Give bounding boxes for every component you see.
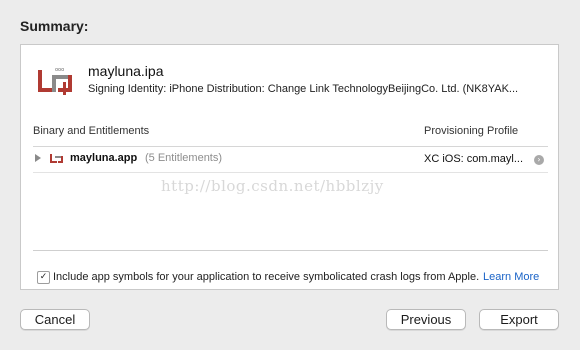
signing-identity: Signing Identity: iPhone Distribution: C…	[88, 83, 519, 95]
column-header-profile: Provisioning Profile	[424, 125, 519, 137]
svg-text:ooo: ooo	[55, 67, 64, 73]
watermark: http://blog.csdn.net/hbblzjy	[161, 177, 384, 195]
app-name: mayluna.ipa	[88, 63, 164, 79]
previous-button[interactable]: Previous	[386, 309, 466, 330]
row-app-name: mayluna.app	[70, 152, 138, 164]
learn-more-link[interactable]: Learn More	[483, 271, 539, 283]
app-binary-icon	[50, 154, 63, 163]
table-header-divider	[33, 146, 548, 147]
app-icon: ooo	[38, 67, 72, 95]
include-symbols-label: Include app symbols for your application…	[53, 271, 480, 283]
summary-panel: ooo mayluna.ipa Signing Identity: iPhone…	[20, 44, 559, 290]
summary-title: Summary:	[20, 18, 89, 34]
table-row[interactable]: mayluna.app (5 Entitlements) XC iOS: com…	[33, 149, 548, 171]
disclosure-triangle-icon[interactable]	[35, 154, 41, 162]
table-row-divider	[33, 172, 548, 173]
export-button[interactable]: Export	[479, 309, 559, 330]
column-header-binary: Binary and Entitlements	[33, 125, 150, 137]
row-entitlements: (5 Entitlements)	[145, 152, 223, 164]
include-symbols-checkbox[interactable]: ✓	[37, 271, 50, 284]
row-provisioning-profile: XC iOS: com.mayl...	[424, 153, 524, 165]
reveal-arrow-icon[interactable]: ›	[534, 155, 544, 165]
cancel-button[interactable]: Cancel	[20, 309, 90, 330]
options-divider	[33, 250, 548, 251]
